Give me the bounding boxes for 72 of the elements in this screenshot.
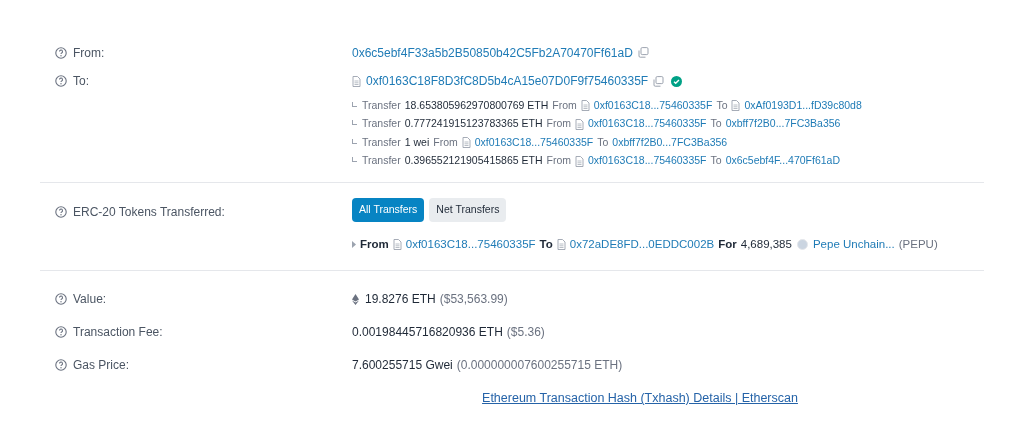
value-amount: 19.8276 ETH [365,291,436,309]
eth-value: (0.000000007600255715 ETH) [456,357,623,375]
address-link[interactable]: 0xf0163C18...75460335F [588,153,707,170]
from-label: From [546,153,571,169]
transfer-amount: 0.396552121905415865 ETH [404,153,543,169]
document-icon [580,100,590,112]
help-icon [55,359,67,372]
document-icon [392,239,402,251]
help-icon [55,293,67,306]
address-link[interactable]: 0xAf0193D1...fD39c80d8 [744,97,862,114]
ethereum-icon [352,293,359,305]
document-icon [556,239,566,251]
to-label: To [710,153,722,169]
copy-icon[interactable] [653,75,665,87]
transfer-label: Transfer [362,97,401,113]
address-link[interactable]: 0xbff7f2B0...7FC3Ba356 [612,134,728,151]
document-icon [731,100,741,112]
document-icon [575,155,584,167]
help-icon [55,206,67,218]
field-label: ERC-20 Tokens Transferred: [73,204,225,221]
from-label: From [546,116,571,132]
address-link[interactable]: 0xf0163C18...75460335F [405,236,536,254]
branch-icon [352,101,357,107]
to-label: To [716,97,728,113]
address-link[interactable]: 0xf0163C18...75460335F [588,116,707,133]
branch-icon [352,138,357,144]
fee-amount: 0.00198445716820936 ETH [352,324,503,342]
caret-icon[interactable] [352,241,356,249]
token-symbol: (PEPU) [898,237,938,252]
usd-value: ($53,563.99) [439,291,508,309]
filter-tab[interactable]: All Transfers [352,198,425,222]
filter-tab[interactable]: Net Transfers [429,198,507,222]
from-label: From [433,134,458,150]
transfer-amount: 1 wei [404,134,430,150]
transfer-label: Transfer [362,134,401,150]
field-label: Transaction Fee: [73,324,163,342]
for-label: For [718,237,737,252]
page-title-link[interactable]: Ethereum Transaction Hash (Txhash) Details | Etherscan [482,389,798,408]
field-label: To: [73,73,89,90]
token-link[interactable]: Pepe Unchain... [812,236,895,254]
transfer-label: Transfer [362,153,401,169]
document-icon [352,75,361,87]
field-label: From: [73,44,105,62]
address-link[interactable]: 0x6c5ebf4F...470Ff61aD [725,153,841,170]
address-link[interactable]: 0x72aDE8FD...0EDDC002B [569,236,715,254]
gas-amount: 7.600255715 Gwei [352,357,453,375]
field-label: Value: [73,291,107,309]
branch-icon [352,157,357,163]
from-label: From [360,237,389,252]
token-amount: 4,689,385 [740,237,792,252]
document-icon [575,118,584,130]
address-link[interactable]: 0xf0163C18F8D3fC8D5b4cA15e07D0F9f75460335F [366,72,649,90]
document-icon [461,137,471,149]
field-label: Gas Price: [73,357,129,375]
to-label: To [710,116,722,132]
address-link[interactable]: 0x6c5ebf4F33a5b2B50850b42C5Fb2A70470Ff61aD [352,43,633,62]
help-icon [55,326,67,339]
transfer-label: Transfer [362,116,401,132]
copy-icon[interactable] [637,47,649,58]
usd-value: ($5.36) [506,324,545,342]
help-icon [55,46,67,59]
transfer-amount: 18.653805962970800769 ETH [404,97,549,113]
address-link[interactable]: 0xf0163C18...75460335F [474,134,594,151]
transfer-amount: 0.777241915123783365 ETH [404,116,543,132]
address-link[interactable]: 0xf0163C18...75460335F [593,97,713,114]
to-label: To [597,134,609,150]
branch-icon [352,120,357,126]
to-label: To [539,237,553,252]
help-icon [55,75,67,87]
from-label: From [552,97,577,113]
address-link[interactable]: 0xbff7f2B0...7FC3Ba356 [725,116,841,133]
token-icon [796,239,808,251]
